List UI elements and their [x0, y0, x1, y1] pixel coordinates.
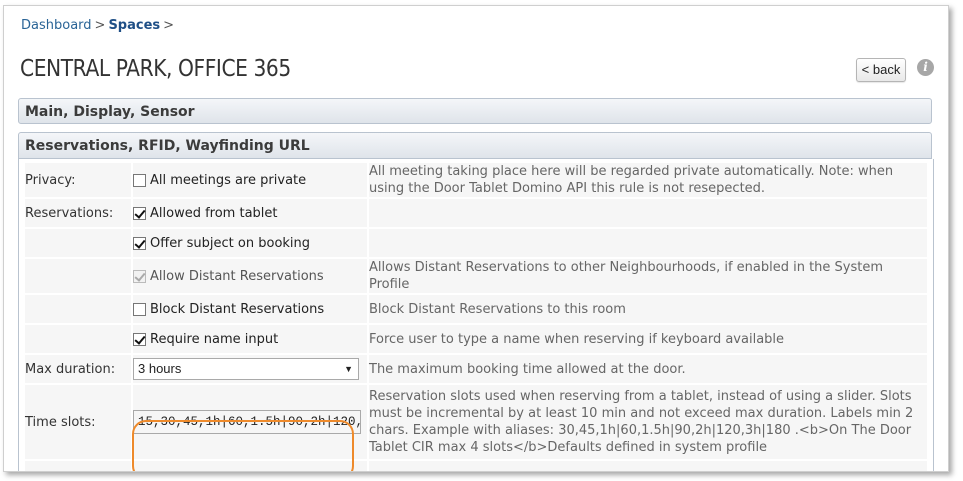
time-slots-label: Time slots: — [25, 385, 133, 461]
row-block-distant: Block Distant Reservations Block Distant… — [25, 295, 927, 325]
require-name-label[interactable]: Require name input — [150, 332, 278, 347]
private-meetings-checkbox[interactable] — [133, 173, 146, 187]
max-duration-label: Max duration: — [25, 355, 133, 385]
row-max-duration: Max duration: 3 hours ▼ The maximum book… — [25, 355, 927, 385]
breadcrumb-spaces[interactable]: Spaces — [108, 18, 160, 33]
breadcrumb-separator: > — [94, 18, 106, 33]
require-name-description: Force user to type a name when reserving… — [369, 325, 927, 355]
privacy-label: Privacy: — [25, 163, 133, 199]
offer-subject-checkbox[interactable] — [133, 236, 146, 250]
require-name-row[interactable]: Require name input — [133, 332, 367, 347]
block-distant-checkbox[interactable] — [133, 302, 146, 316]
max-duration-description: The maximum booking time allowed at the … — [369, 355, 927, 385]
offer-subject-row[interactable]: Offer subject on booking — [133, 236, 367, 251]
block-distant-row[interactable]: Block Distant Reservations — [133, 302, 367, 317]
block-distant-label[interactable]: Block Distant Reservations — [150, 302, 324, 317]
block-distant-description: Block Distant Reservations to this room — [369, 295, 927, 325]
info-icon[interactable]: i — [917, 59, 934, 76]
breadcrumb-dashboard[interactable]: Dashboard — [21, 18, 92, 33]
max-duration-select[interactable]: 3 hours ▼ — [133, 358, 359, 380]
allow-distant-checkbox — [133, 269, 146, 283]
allowed-from-tablet-checkbox[interactable] — [133, 206, 146, 220]
back-button[interactable]: < back — [856, 58, 906, 82]
row-reservations-allowed: Reservations: Allowed from tablet — [25, 199, 927, 229]
breadcrumb-separator: > — [163, 18, 175, 33]
time-slots-description: Reservation slots used when reserving fr… — [369, 385, 927, 461]
row-next — [25, 461, 927, 471]
allow-distant-description: Allows Distant Reservations to other Nei… — [369, 259, 927, 295]
row-allow-distant: Allow Distant Reservations Allows Distan… — [25, 259, 927, 295]
allow-distant-label: Allow Distant Reservations — [150, 268, 324, 284]
offer-subject-label[interactable]: Offer subject on booking — [150, 236, 310, 251]
allowed-from-tablet-row[interactable]: Allowed from tablet — [133, 206, 367, 221]
row-require-name: Require name input Force user to type a … — [25, 325, 927, 355]
max-duration-value: 3 hours — [138, 361, 182, 376]
row-privacy: Privacy: All meetings are private All me… — [25, 163, 927, 199]
private-meetings-checkbox-row[interactable]: All meetings are private — [133, 173, 367, 188]
time-slots-input[interactable]: 15,30,45,1h|60,1.5h|90,2h|120,3h|1 — [133, 410, 361, 434]
row-time-slots: Time slots: 15,30,45,1h|60,1.5h|90,2h|12… — [25, 385, 927, 461]
breadcrumb: Dashboard > Spaces > — [21, 18, 177, 33]
privacy-description: All meeting taking place here will be re… — [369, 163, 927, 199]
private-meetings-label[interactable]: All meetings are private — [150, 173, 306, 188]
settings-table: Privacy: All meetings are private All me… — [25, 163, 927, 471]
section-main-display-sensor[interactable]: Main, Display, Sensor — [18, 98, 932, 124]
app-frame: Dashboard > Spaces > CENTRAL PARK, OFFICE 3… — [3, 5, 949, 472]
allowed-from-tablet-label[interactable]: Allowed from tablet — [150, 206, 278, 221]
reservations-label: Reservations: — [25, 199, 133, 229]
dropdown-arrow-icon: ▼ — [344, 364, 353, 374]
row-offer-subject: Offer subject on booking — [25, 229, 927, 259]
section-reservations-rfid-wayfinding[interactable]: Reservations, RFID, Wayfinding URL — [18, 132, 932, 159]
require-name-checkbox[interactable] — [133, 332, 146, 346]
page-title: CENTRAL PARK, OFFICE 365 — [20, 56, 291, 82]
reservations-form: Privacy: All meetings are private All me… — [18, 159, 934, 471]
allow-distant-row: Allow Distant Reservations — [133, 269, 367, 284]
